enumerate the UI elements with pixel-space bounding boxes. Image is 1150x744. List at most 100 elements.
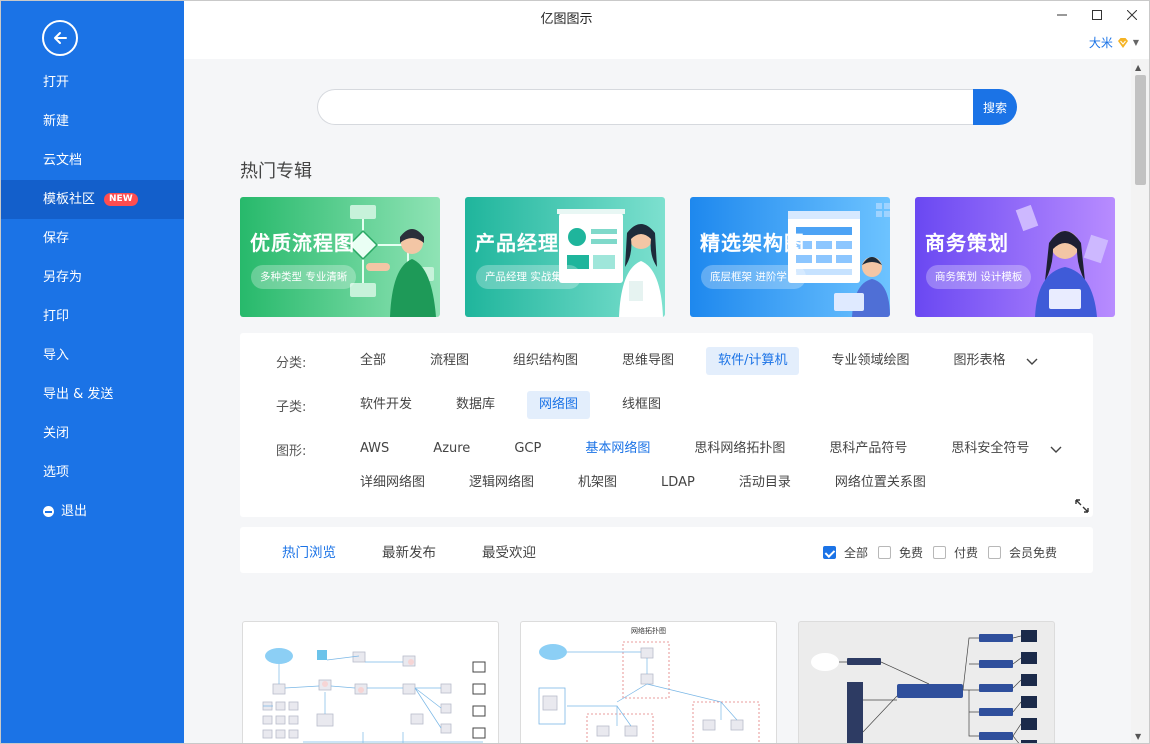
price-filters: 全部 免费 付费 会员免费 <box>813 544 1057 561</box>
minimize-button[interactable] <box>1044 1 1079 29</box>
template-card[interactable] <box>242 621 499 743</box>
sidebar-item-save[interactable]: 保存 <box>1 219 184 258</box>
sidebar-item-options[interactable]: 选项 <box>1 453 184 492</box>
category-org-chart[interactable]: 组织结构图 <box>501 347 590 375</box>
sort-tabs-bar: 热门浏览 最新发布 最受欢迎 全部 免费 付费 会员免费 <box>240 527 1093 573</box>
expand-icon[interactable] <box>1074 498 1090 514</box>
shape-label: 图形: <box>276 443 307 459</box>
sidebar-item-label: 退出 <box>61 504 88 519</box>
hot-albums-title: 热门专辑 <box>240 161 312 182</box>
title-bar: 亿图图示 大米 ▼ <box>184 1 1149 59</box>
sidebar-item-label: 另存为 <box>43 270 83 285</box>
network-diagram-thumbnail <box>262 648 486 743</box>
vip-diamond-icon <box>1117 37 1128 48</box>
banner-title: 精选架构图 <box>700 231 805 255</box>
arrow-left-icon <box>54 32 67 44</box>
vertical-scrollbar[interactable]: ▲ ▼ <box>1131 59 1149 743</box>
window-controls <box>1044 1 1149 29</box>
subcategory-software-dev[interactable]: 软件开发 <box>348 391 424 419</box>
search-input[interactable] <box>317 89 973 125</box>
scroll-thumb[interactable] <box>1135 75 1146 185</box>
banner-title: 优质流程图 <box>250 231 355 255</box>
sidebar-item-open[interactable]: 打开 <box>1 63 184 102</box>
shape-gcp[interactable]: GCP <box>502 435 553 463</box>
banner-subtitle: 商务策划 设计模板 <box>926 265 1032 289</box>
scroll-down-icon[interactable]: ▼ <box>1135 732 1141 741</box>
shape-rack[interactable]: 机架图 <box>566 469 629 497</box>
window-title: 亿图图示 <box>540 12 593 27</box>
sidebar-item-label: 打开 <box>43 75 70 90</box>
category-software-computer[interactable]: 软件/计算机 <box>706 347 800 375</box>
shape-basic-network[interactable]: 基本网络图 <box>573 435 662 463</box>
sidebar-item-import[interactable]: 导入 <box>1 336 184 375</box>
close-icon <box>1126 10 1137 20</box>
template-card[interactable] <box>798 621 1055 743</box>
shape-active-directory[interactable]: 活动目录 <box>727 469 803 497</box>
filter-all-checkbox[interactable]: 全部 <box>822 544 868 561</box>
sidebar-item-save-as[interactable]: 另存为 <box>1 258 184 297</box>
sidebar-item-close[interactable]: 关闭 <box>1 414 184 453</box>
sidebar-item-print[interactable]: 打印 <box>1 297 184 336</box>
sidebar-item-export[interactable]: 导出 & 发送 <box>1 375 184 414</box>
category-graphic-table[interactable]: 图形表格 <box>941 347 1017 375</box>
template-card[interactable]: 网络拓扑图 <box>520 621 777 743</box>
checkbox-label: 付费 <box>953 546 978 560</box>
sidebar-menu: 打开 新建 云文档 模板社区 NEW 保存 另存为 打印 导入 导出 & 发送 … <box>1 63 184 531</box>
sidebar-item-template-community[interactable]: 模板社区 NEW <box>1 180 184 219</box>
checkbox-label: 全部 <box>843 546 868 560</box>
category-professional[interactable]: 专业领域绘图 <box>819 347 921 375</box>
shape-ldap[interactable]: LDAP <box>649 469 707 497</box>
shape-detailed-network[interactable]: 详细网络图 <box>348 469 437 497</box>
filter-free-checkbox[interactable]: 免费 <box>877 544 923 561</box>
category-all[interactable]: 全部 <box>348 347 398 375</box>
sidebar-item-label: 导出 & 发送 <box>43 387 114 402</box>
album-banner-product-manager[interactable]: 产品经理 产品经理 实战集合 <box>465 197 665 317</box>
sidebar-item-label: 模板社区 <box>43 192 96 207</box>
flowchart-illustration <box>347 205 436 317</box>
tab-hot-views[interactable]: 热门浏览 <box>282 541 336 561</box>
shape-cisco-security[interactable]: 思科安全符号 <box>939 435 1041 463</box>
album-banner-business-plan[interactable]: 商务策划 商务策划 设计模板 <box>915 197 1115 317</box>
sidebar: 打开 新建 云文档 模板社区 NEW 保存 另存为 打印 导入 导出 & 发送 … <box>1 1 184 743</box>
filter-paid-checkbox[interactable]: 付费 <box>932 544 978 561</box>
subcategory-wireframe[interactable]: 线框图 <box>610 391 673 419</box>
subcategory-database[interactable]: 数据库 <box>444 391 507 419</box>
scroll-up-icon[interactable]: ▲ <box>1135 63 1141 72</box>
exit-icon <box>43 506 54 517</box>
filter-member-free-checkbox[interactable]: 会员免费 <box>987 544 1057 561</box>
shape-row: 图形: AWS Azure GCP 基本网络图 思科网络拓扑图 思科产品符号 思… <box>276 435 1063 463</box>
album-banner-flowchart[interactable]: 优质流程图 多种类型 专业清晰 <box>240 197 440 317</box>
tab-most-popular[interactable]: 最受欢迎 <box>482 541 536 561</box>
category-flowchart[interactable]: 流程图 <box>418 347 481 375</box>
business-plan-illustration <box>1015 204 1109 317</box>
maximize-button[interactable] <box>1079 1 1114 29</box>
sidebar-item-label: 新建 <box>43 114 70 129</box>
shape-row-2: 详细网络图 逻辑网络图 机架图 LDAP 活动目录 网络位置关系图 <box>348 469 958 497</box>
search-button[interactable]: 搜索 <box>973 89 1017 125</box>
chevron-down-icon[interactable] <box>1049 442 1063 456</box>
chevron-down-icon[interactable] <box>1025 354 1039 368</box>
subcategory-network[interactable]: 网络图 <box>527 391 591 419</box>
album-banner-architecture[interactable]: 精选架构图 底层框架 进阶学习 <box>690 197 890 317</box>
close-button[interactable] <box>1114 1 1149 29</box>
subcategory-label: 子类: <box>276 399 307 415</box>
sidebar-item-exit[interactable]: 退出 <box>1 492 184 531</box>
sidebar-item-cloud-docs[interactable]: 云文档 <box>1 141 184 180</box>
sidebar-item-new[interactable]: 新建 <box>1 102 184 141</box>
banner-title: 产品经理 <box>475 231 559 255</box>
user-name: 大米 <box>1088 36 1113 50</box>
shape-aws[interactable]: AWS <box>348 435 401 463</box>
shape-logical-network[interactable]: 逻辑网络图 <box>457 469 546 497</box>
shape-cisco-products[interactable]: 思科产品符号 <box>817 435 919 463</box>
shape-azure[interactable]: Azure <box>421 435 482 463</box>
category-mind-map[interactable]: 思维导图 <box>610 347 686 375</box>
sidebar-item-label: 关闭 <box>43 426 70 441</box>
tab-latest[interactable]: 最新发布 <box>382 541 436 561</box>
new-badge: NEW <box>104 193 138 206</box>
shape-cisco-topology[interactable]: 思科网络拓扑图 <box>682 435 797 463</box>
subcategory-row: 子类: 软件开发 数据库 网络图 线框图 <box>276 391 693 419</box>
shape-network-location[interactable]: 网络位置关系图 <box>823 469 938 497</box>
back-button[interactable] <box>42 20 78 56</box>
template-grid: 网络拓扑图 <box>242 621 1055 743</box>
user-menu[interactable]: 大米 ▼ <box>1089 34 1139 51</box>
